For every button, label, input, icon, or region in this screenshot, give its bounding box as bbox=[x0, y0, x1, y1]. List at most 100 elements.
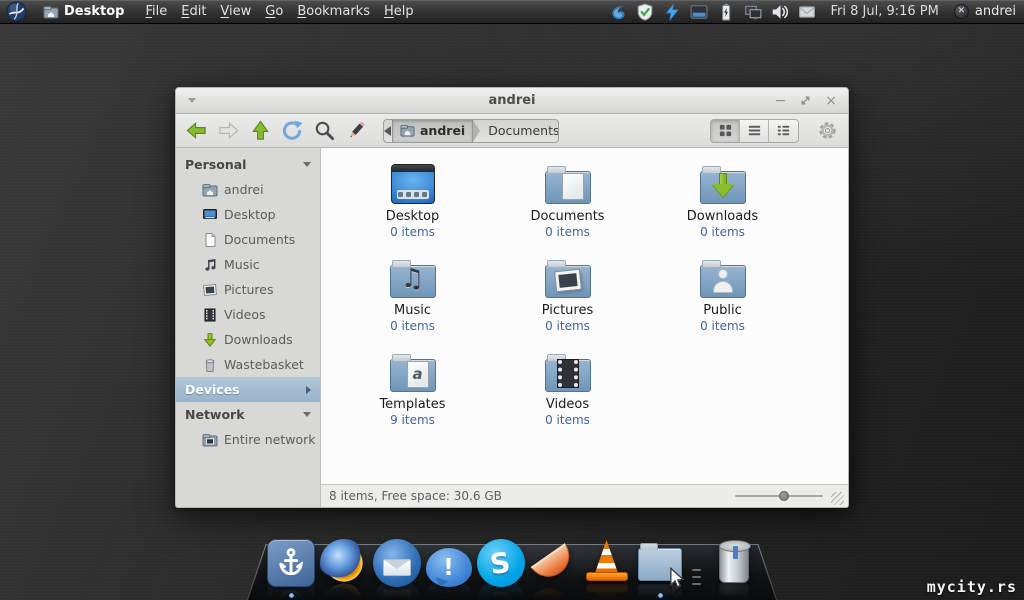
file-name: Documents bbox=[530, 209, 605, 224]
search-icon[interactable] bbox=[313, 119, 336, 142]
battery-icon[interactable] bbox=[717, 3, 735, 21]
top-panel: Desktop File Edit View Go Bookmarks Help Fri … bbox=[0, 0, 1024, 24]
zoom-slider-knob[interactable] bbox=[779, 491, 789, 501]
breadcrumb-separator bbox=[473, 119, 481, 142]
sidebar-item-desktop[interactable]: Desktop bbox=[176, 202, 320, 227]
dock-item-skype[interactable]: S bbox=[476, 539, 525, 587]
folder-pictures-icon bbox=[543, 256, 593, 300]
gear-icon[interactable] bbox=[815, 119, 839, 143]
file-item-count: 0 items bbox=[700, 319, 745, 334]
sidebar-item-label: Videos bbox=[224, 307, 266, 322]
sidebar-item-pictures[interactable]: Pictures bbox=[176, 277, 320, 302]
applications-menu-icon[interactable] bbox=[6, 1, 27, 22]
sidebar-item-andrei[interactable]: andrei bbox=[176, 177, 320, 202]
dock-item-trash[interactable] bbox=[710, 539, 758, 587]
file-item-public[interactable]: Public 0 items bbox=[663, 256, 783, 350]
breadcrumb-segment-documents[interactable]: Documents bbox=[480, 120, 558, 142]
statusbar: 8 items, Free space: 30.6 GB bbox=[321, 484, 848, 507]
trash-icon bbox=[202, 357, 218, 373]
sidebar-item-label: Entire network bbox=[224, 432, 316, 447]
zoom-slider[interactable] bbox=[735, 489, 823, 503]
lightning-icon[interactable] bbox=[663, 2, 681, 21]
icon-view-button[interactable] bbox=[711, 119, 740, 142]
menu-bookmarks[interactable]: Bookmarks bbox=[290, 4, 377, 19]
compact-view-button[interactable] bbox=[769, 119, 798, 142]
sidebar-item-downloads[interactable]: Downloads bbox=[176, 327, 320, 352]
forward-button[interactable] bbox=[217, 119, 240, 142]
file-item-templates[interactable]: a Templates 9 items bbox=[353, 350, 473, 444]
titlebar[interactable]: andrei − × bbox=[176, 88, 848, 114]
sidebar-section-devices[interactable]: Devices bbox=[176, 377, 320, 402]
breadcrumb-scroll-left-icon[interactable] bbox=[384, 120, 392, 142]
file-item-desktop[interactable]: Desktop 0 items bbox=[353, 162, 473, 256]
menu-view[interactable]: View bbox=[213, 4, 258, 19]
dock-item-firefox[interactable] bbox=[319, 539, 368, 587]
folder-music-icon: ♫ bbox=[388, 256, 438, 300]
file-item-music[interactable]: ♫ Music 0 items bbox=[353, 256, 473, 350]
dock-item-vlc[interactable] bbox=[583, 539, 631, 587]
file-item-count: 0 items bbox=[545, 225, 590, 240]
sidebar-section-personal[interactable]: Personal bbox=[176, 152, 320, 177]
home-icon bbox=[202, 182, 218, 198]
active-app[interactable]: Desktop bbox=[43, 4, 124, 20]
maximize-button[interactable] bbox=[799, 94, 812, 107]
file-name: Pictures bbox=[541, 303, 594, 318]
breadcrumb-label: andrei bbox=[420, 123, 466, 138]
edit-path-icon[interactable] bbox=[345, 119, 368, 142]
file-item-downloads[interactable]: Downloads 0 items bbox=[663, 162, 783, 256]
breadcrumb: andrei Documents bbox=[383, 118, 559, 143]
folder-videos-icon bbox=[543, 350, 593, 394]
terminal-window-icon[interactable] bbox=[690, 3, 708, 20]
resize-grip-icon[interactable] bbox=[831, 492, 844, 505]
dock-item-thunderbird[interactable] bbox=[372, 539, 421, 587]
docky-anchor-icon bbox=[266, 539, 315, 587]
window-title: andrei bbox=[488, 93, 536, 108]
menu-edit[interactable]: Edit bbox=[174, 4, 213, 19]
chevron-down-icon bbox=[303, 412, 311, 417]
dock-item-messenger[interactable]: ! bbox=[425, 543, 472, 587]
sidebar-item-music[interactable]: Music bbox=[176, 252, 320, 277]
window-menu-icon[interactable] bbox=[188, 98, 196, 103]
file-item-videos[interactable]: Videos 0 items bbox=[508, 350, 628, 444]
sidebar-item-entire-network[interactable]: Entire network bbox=[176, 427, 320, 452]
breadcrumb-segment-home[interactable]: andrei bbox=[392, 119, 474, 142]
desktop-icon bbox=[388, 162, 438, 206]
volume-icon[interactable] bbox=[771, 3, 789, 20]
file-item-documents[interactable]: Documents 0 items bbox=[508, 162, 628, 256]
clock[interactable]: Fri 8 Jul, 9:16 PM bbox=[831, 4, 939, 19]
username: andrei bbox=[974, 4, 1016, 19]
menu-help[interactable]: Help bbox=[377, 4, 421, 19]
trash-icon bbox=[710, 539, 758, 587]
menu-go[interactable]: Go bbox=[258, 4, 290, 19]
film-icon bbox=[202, 307, 218, 323]
file-item-pictures[interactable]: Pictures 0 items bbox=[508, 256, 628, 350]
file-item-count: 0 items bbox=[390, 319, 435, 334]
menu-file[interactable]: File bbox=[138, 4, 174, 19]
sidebar-item-wastebasket[interactable]: Wastebasket bbox=[176, 352, 320, 377]
sidebar-section-network[interactable]: Network bbox=[176, 402, 320, 427]
section-label: Personal bbox=[185, 157, 247, 172]
dock-item-docky-anchor[interactable] bbox=[266, 539, 315, 598]
sidebar-item-videos[interactable]: Videos bbox=[176, 302, 320, 327]
refresh-button[interactable] bbox=[281, 119, 304, 142]
download-icon bbox=[202, 332, 218, 348]
sync-swirl-icon[interactable] bbox=[609, 3, 627, 20]
home-folder-icon bbox=[43, 4, 59, 20]
back-button[interactable] bbox=[185, 119, 208, 142]
displays-icon[interactable] bbox=[744, 3, 762, 20]
file-name: Videos bbox=[545, 397, 590, 412]
file-grid: Desktop 0 items Documents 0 items Downloads 0… bbox=[321, 148, 848, 484]
sidebar-item-documents[interactable]: Documents bbox=[176, 227, 320, 252]
up-button[interactable] bbox=[249, 119, 272, 142]
dock-item-file-manager[interactable] bbox=[636, 539, 685, 598]
minimize-button[interactable]: − bbox=[775, 94, 787, 108]
list-view-button[interactable] bbox=[740, 119, 769, 142]
session-menu[interactable]: ✕ andrei bbox=[953, 4, 1016, 19]
desktop-icon bbox=[202, 207, 218, 223]
mail-icon[interactable] bbox=[798, 3, 816, 20]
folder-downloads-icon bbox=[698, 162, 748, 206]
folder-documents-icon bbox=[543, 162, 593, 206]
dock-item-clementine[interactable] bbox=[529, 539, 578, 587]
close-button[interactable]: × bbox=[825, 94, 837, 108]
shield-check-icon[interactable] bbox=[636, 3, 654, 21]
